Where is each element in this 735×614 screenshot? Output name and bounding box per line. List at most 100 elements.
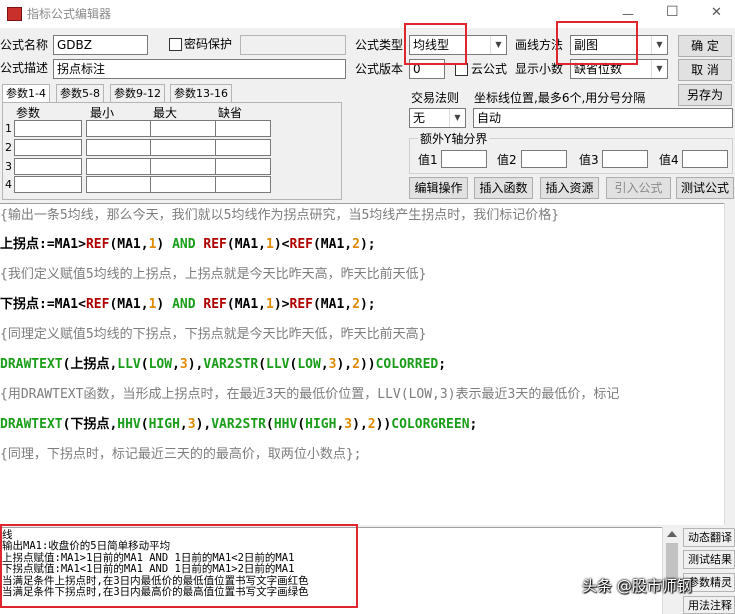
param-row-2-label: 2 [5, 141, 12, 154]
code-token: , [320, 357, 329, 372]
param-2-min[interactable] [86, 139, 154, 156]
code-token: (下拐点, [62, 417, 118, 432]
code-token: COLORRED [375, 357, 439, 372]
param-header-name: 参数 [16, 106, 41, 120]
param-1-min[interactable] [86, 120, 154, 137]
code-line-6: DRAWTEXT(上拐点,LLV(LOW,3),VAR2STR(LLV(LOW,… [0, 355, 446, 375]
param-row-4-label: 4 [5, 178, 12, 191]
minimize-icon[interactable]: — [622, 6, 634, 22]
code-comment-1: {输出一条5均线，那么今天，我们就以5均线作为拐点研究，当5均线产生拐点时，我们… [0, 208, 560, 223]
chevron-down-icon: ▼ [651, 36, 667, 54]
code-token: (MA1, [226, 237, 267, 252]
code-token: (MA1, [312, 237, 353, 252]
dynamic-translate-button[interactable]: 动态翻译 [683, 528, 735, 547]
edit-ops-button[interactable]: 编辑操作 [409, 177, 468, 199]
insert-function-button[interactable]: 插入函数 [474, 177, 533, 199]
value1-label: 值1 [418, 153, 438, 167]
code-token: , [179, 417, 188, 432]
param-1-name[interactable] [14, 120, 82, 137]
code-token: 3 [187, 417, 196, 432]
value2-field[interactable] [521, 150, 567, 168]
code-token: HIGH [305, 417, 337, 432]
tab-params-5-8[interactable]: 参数5-8 [56, 84, 104, 102]
ok-button[interactable]: 确 定 [678, 35, 732, 57]
param-4-name[interactable] [14, 176, 82, 193]
code-line-2: 上拐点:=MA1>REF(MA1,1) AND REF(MA1,1)<REF(M… [0, 235, 376, 255]
editor-scrollbar[interactable] [724, 203, 735, 525]
param-1-max[interactable] [150, 120, 218, 137]
code-token: 上拐点:=MA1> [0, 237, 86, 252]
code-token: 3 [179, 357, 188, 372]
code-token: (MA1, [226, 297, 267, 312]
name-field[interactable]: GDBZ [53, 35, 148, 55]
scroll-up-icon[interactable] [667, 531, 677, 537]
code-comment-7: {用DRAWTEXT函数，当形成上拐点时，在最近3天的最低价位置，LLV(LOW… [0, 387, 620, 402]
import-formula-button[interactable]: 引入公式 [606, 177, 671, 199]
code-token: HHV [117, 417, 141, 432]
param-2-name[interactable] [14, 139, 82, 156]
close-icon[interactable]: ✕ [711, 5, 722, 21]
code-token: ( [258, 357, 267, 372]
code-token: , [172, 357, 180, 372]
code-token: LOW [148, 357, 173, 372]
value4-label: 值4 [659, 153, 679, 167]
param-row-3-label: 3 [5, 160, 12, 173]
name-label: 公式名称 [0, 38, 49, 52]
code-token: 1 [266, 297, 274, 312]
code-token: 1 [266, 237, 274, 252]
trade-rule-select[interactable]: 无 ▼ [409, 108, 466, 128]
tab-params-1-4[interactable]: 参数1-4 [2, 84, 50, 103]
usage-notes-button[interactable]: 用法注释 [683, 596, 735, 614]
param-3-max[interactable] [150, 158, 218, 175]
trade-rule-label: 交易法则 [411, 91, 460, 105]
value3-label: 值3 [579, 153, 599, 167]
code-token: 下拐点:=MA1< [0, 297, 86, 312]
param-3-default[interactable] [215, 158, 271, 175]
param-1-default[interactable] [215, 120, 271, 137]
param-2-default[interactable] [215, 139, 271, 156]
maximize-icon[interactable]: ☐ [666, 4, 679, 20]
yaxis-group-label: 额外Y轴分界 [418, 131, 490, 147]
tab-params-9-12[interactable]: 参数9-12 [110, 84, 165, 102]
code-token: )) [375, 417, 392, 432]
output-scrollbar[interactable] [662, 527, 680, 614]
desc-field[interactable]: 拐点标注 [53, 59, 346, 79]
password-checkbox[interactable] [169, 38, 182, 51]
code-token: )< [273, 237, 290, 252]
save-as-button[interactable]: 另存为 [678, 84, 732, 106]
code-token: HHV [273, 417, 298, 432]
param-3-name[interactable] [14, 158, 82, 175]
code-comment-9: {同理，下拐点时，标记最近三天的的最高价，取两位小数点}; [0, 447, 362, 462]
value1-field[interactable] [441, 150, 487, 168]
code-token: ) [156, 237, 173, 252]
cancel-button[interactable]: 取 消 [678, 59, 732, 81]
chevron-down-icon: ▼ [651, 60, 667, 78]
code-token: ), [187, 357, 204, 372]
param-4-default[interactable] [215, 176, 271, 193]
highlight-draw [556, 21, 638, 65]
code-token: LLV [117, 357, 141, 372]
value3-field[interactable] [602, 150, 648, 168]
param-4-max[interactable] [150, 176, 218, 193]
param-4-min[interactable] [86, 176, 154, 193]
code-editor[interactable]: {输出一条5均线，那么今天，我们就以5均线作为拐点研究，当5均线产生拐点时，我们… [0, 203, 724, 525]
watermark: 头条 @股市师钢 [582, 577, 692, 595]
param-header-max: 最大 [153, 106, 178, 120]
param-header-min: 最小 [90, 106, 115, 120]
password-field [240, 35, 346, 55]
desc-label: 公式描述 [0, 61, 49, 75]
tab-params-13-16[interactable]: 参数13-16 [170, 84, 232, 102]
test-result-button[interactable]: 测试结果 [683, 550, 735, 569]
value4-field[interactable] [682, 150, 728, 168]
trade-rule-value: 无 [413, 111, 426, 125]
insert-resource-button[interactable]: 插入资源 [540, 177, 599, 199]
coord-label: 坐标线位置,最多6个,用分号分隔 [474, 91, 646, 105]
code-token: ) [156, 297, 173, 312]
coord-field[interactable]: 自动 [473, 108, 733, 128]
param-3-min[interactable] [86, 158, 154, 175]
code-token: (MA1, [109, 237, 149, 252]
code-token: ); [359, 297, 376, 312]
code-token: ( [266, 417, 274, 432]
test-formula-button[interactable]: 测试公式 [676, 177, 734, 199]
param-2-max[interactable] [150, 139, 218, 156]
